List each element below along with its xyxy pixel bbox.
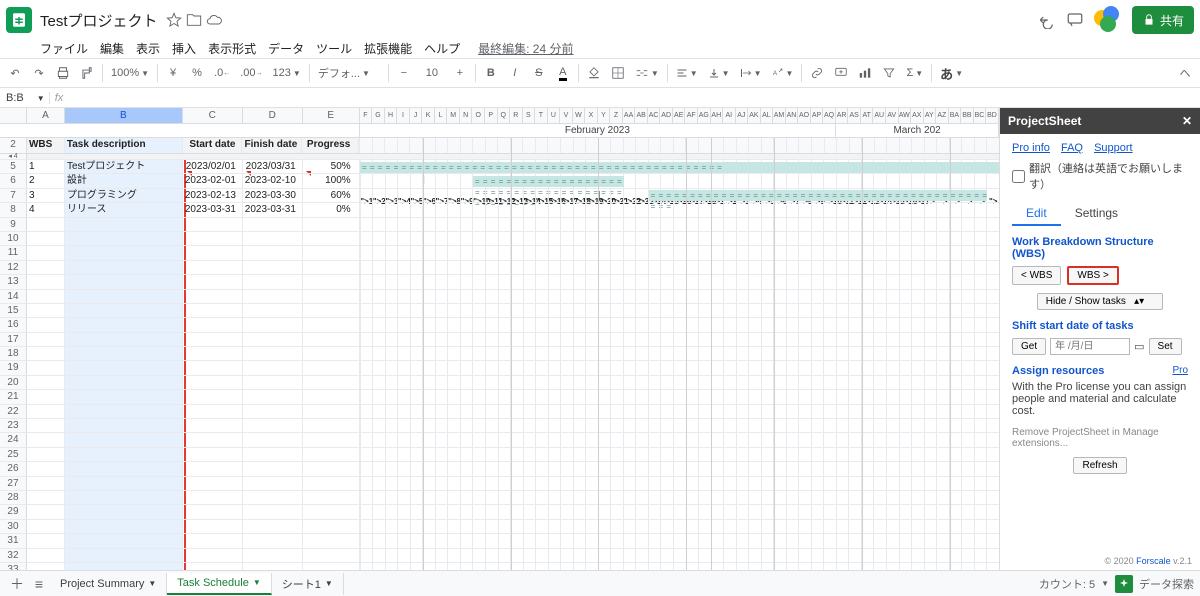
dec-inc-button[interactable]: .00→ — [236, 67, 266, 79]
copyright: © 2020 Forscale v.2.1 — [1104, 556, 1192, 566]
wbs-outdent-button[interactable]: < WBS — [1012, 266, 1061, 285]
share-button[interactable]: 共有 — [1132, 6, 1194, 34]
font-inc[interactable]: + — [449, 62, 471, 84]
strike-button[interactable]: S — [528, 62, 550, 84]
more-formats[interactable]: 123▼ — [269, 67, 305, 79]
borders-button[interactable] — [607, 62, 629, 84]
forscale-link[interactable]: Forscale — [1136, 556, 1171, 566]
wrap-button[interactable]: ▼ — [736, 67, 766, 79]
dec-dec-button[interactable]: .0← — [210, 67, 234, 79]
menu-bar: ファイル 編集 表示 挿入 表示形式 データ ツール 拡張機能 ヘルプ 最終編集… — [0, 38, 1200, 58]
rotate-button[interactable]: A▼ — [768, 67, 798, 79]
input-tools-button[interactable]: あ▼ — [936, 64, 967, 83]
filter-button[interactable] — [878, 62, 900, 84]
link-support[interactable]: Support — [1094, 142, 1133, 154]
menu-edit[interactable]: 編集 — [100, 40, 124, 57]
valign-button[interactable]: ▼ — [704, 67, 734, 79]
name-box[interactable]: B:B ▼ — [0, 92, 50, 104]
menu-insert[interactable]: 挿入 — [172, 40, 196, 57]
paint-format-button[interactable] — [76, 62, 98, 84]
svg-text:A: A — [773, 71, 777, 77]
print-button[interactable] — [52, 62, 74, 84]
link-pro-info[interactable]: Pro info — [1012, 142, 1050, 154]
cloud-icon[interactable] — [206, 12, 222, 28]
remove-note: Remove ProjectSheet in Manage extensions… — [1012, 427, 1188, 449]
sheets-logo[interactable] — [6, 7, 32, 33]
wbs-indent-button[interactable]: WBS > — [1067, 266, 1118, 285]
toolbar: ↶ ↷ 100%▼ ¥ % .0← .00→ 123▼ デフォ...▼ − + … — [0, 58, 1200, 88]
pro-link[interactable]: Pro — [1172, 365, 1188, 376]
font-size-input[interactable] — [417, 67, 447, 79]
lock-icon — [1142, 13, 1156, 27]
assign-text: With the Pro license you can assign peop… — [1012, 381, 1188, 417]
text-color-button[interactable]: A — [552, 62, 574, 84]
month-mar: March 202 — [836, 124, 999, 137]
calendar-icon[interactable]: ▭ — [1134, 340, 1144, 353]
set-date-button[interactable]: Set — [1149, 338, 1182, 355]
count-label[interactable]: カウント: 5 — [1039, 576, 1095, 592]
currency-button[interactable]: ¥ — [162, 62, 184, 84]
merge-button[interactable]: ▼ — [631, 66, 663, 80]
translate-checkbox[interactable] — [1012, 170, 1025, 183]
italic-button[interactable]: I — [504, 62, 526, 84]
font-dec[interactable]: − — [393, 62, 415, 84]
chart-button[interactable] — [854, 62, 876, 84]
all-sheets-button[interactable]: ≡ — [28, 576, 50, 592]
redo-button[interactable]: ↷ — [28, 62, 50, 84]
tab-edit[interactable]: Edit — [1012, 202, 1061, 226]
sheet-tab-project-summary[interactable]: Project Summary▼ — [50, 573, 167, 595]
explore-icon[interactable] — [1115, 575, 1133, 593]
fx-icon: fx — [50, 92, 68, 104]
wbs-section-title: Work Breakdown Structure (WBS) — [1012, 236, 1188, 260]
menu-file[interactable]: ファイル — [40, 40, 88, 57]
bold-button[interactable]: B — [480, 62, 502, 84]
get-date-button[interactable]: Get — [1012, 338, 1046, 355]
link-button[interactable] — [806, 62, 828, 84]
add-comment-button[interactable] — [830, 62, 852, 84]
font-select[interactable]: デフォ...▼ — [314, 65, 384, 81]
link-faq[interactable]: FAQ — [1061, 142, 1083, 154]
menu-view[interactable]: 表示 — [136, 40, 160, 57]
sheet-tab-sheet1[interactable]: シート1▼ — [272, 573, 344, 595]
sheet-tab-bar: ＋ ≡ Project Summary▼ Task Schedule▼ シート1… — [0, 570, 1200, 596]
last-edit[interactable]: 最終編集: 24 分前 — [478, 40, 573, 57]
menu-data[interactable]: データ — [268, 40, 304, 57]
sheet-tab-task-schedule[interactable]: Task Schedule▼ — [167, 573, 271, 595]
functions-button[interactable]: Σ▼ — [902, 67, 927, 79]
refresh-button[interactable]: Refresh — [1073, 457, 1126, 474]
spreadsheet-grid[interactable]: ABCDEFGHIJKLMNOPQRSTUVWXYZAAABACADAEAFAG… — [0, 108, 1000, 570]
assign-section-title: Assign resources — [1012, 365, 1104, 377]
menu-extensions[interactable]: 拡張機能 — [364, 40, 412, 57]
date-input[interactable] — [1050, 338, 1130, 355]
meet-icon[interactable] — [1094, 6, 1122, 34]
collapse-toolbar-button[interactable]: ヘ — [1174, 62, 1196, 84]
undo-button[interactable]: ↶ — [4, 62, 26, 84]
menu-help[interactable]: ヘルプ — [424, 40, 460, 57]
fill-color-button[interactable] — [583, 62, 605, 84]
close-icon[interactable]: ✕ — [1182, 114, 1192, 128]
formula-input[interactable] — [68, 92, 1200, 104]
panel-title: ProjectSheet — [1008, 114, 1081, 128]
halign-button[interactable]: ▼ — [672, 67, 702, 79]
tab-settings[interactable]: Settings — [1061, 202, 1132, 226]
translate-label: 翻訳（連絡は英語でお願いします） — [1029, 160, 1188, 192]
move-folder-icon[interactable] — [186, 12, 202, 28]
projectsheet-panel: ProjectSheet ✕ Pro info FAQ Support 翻訳（連絡… — [1000, 108, 1200, 570]
zoom-select[interactable]: 100%▼ — [107, 67, 153, 79]
add-sheet-button[interactable]: ＋ — [6, 574, 28, 594]
menu-tools[interactable]: ツール — [316, 40, 352, 57]
star-icon[interactable] — [166, 12, 182, 28]
menu-format[interactable]: 表示形式 — [208, 40, 256, 57]
comment-icon[interactable] — [1066, 11, 1084, 29]
hide-show-tasks-button[interactable]: Hide / Show tasks ▴▾ — [1037, 293, 1163, 310]
month-feb: February 2023 — [360, 124, 837, 137]
percent-button[interactable]: % — [186, 62, 208, 84]
shift-section-title: Shift start date of tasks — [1012, 320, 1188, 332]
doc-title[interactable]: Testプロジェクト — [40, 10, 158, 31]
explore-label[interactable]: データ探索 — [1139, 576, 1194, 592]
history-icon[interactable] — [1038, 11, 1056, 29]
